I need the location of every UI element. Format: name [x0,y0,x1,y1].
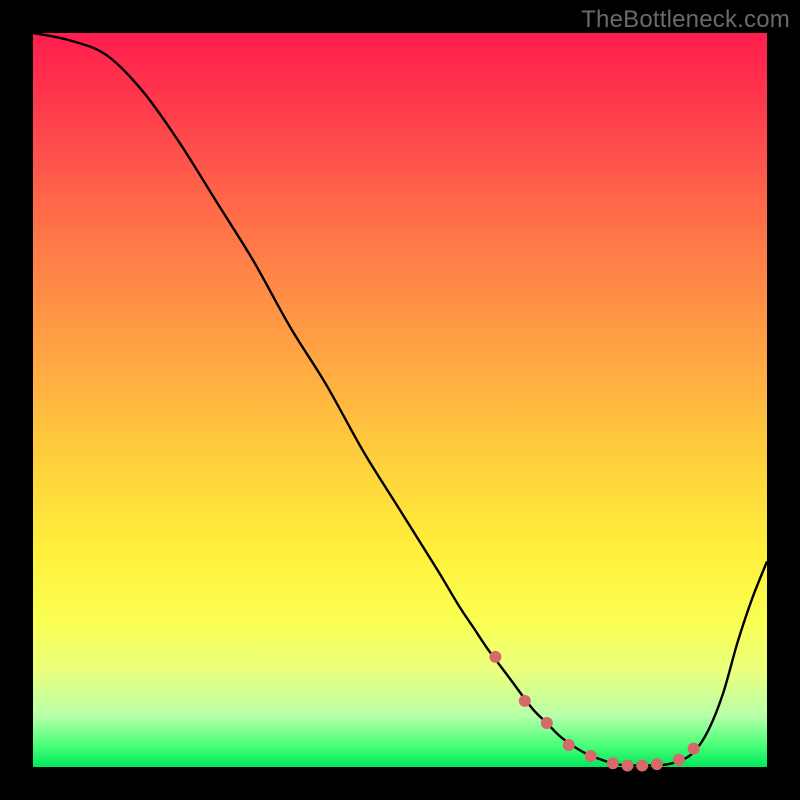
optimal-marker [519,695,531,707]
chart-frame: TheBottleneck.com [0,0,800,800]
optimal-marker [489,651,501,663]
optimal-marker [563,739,575,751]
optimal-markers-group [489,651,699,772]
chart-svg [33,33,767,767]
optimal-marker [607,757,619,769]
watermark-text: TheBottleneck.com [581,6,790,34]
optimal-marker [541,717,553,729]
bottleneck-curve-path [33,33,767,766]
optimal-marker [622,760,634,772]
chart-plot-area [33,33,767,767]
optimal-marker [688,743,700,755]
optimal-marker [651,758,663,770]
optimal-marker [636,760,648,772]
optimal-marker [673,754,685,766]
optimal-marker [585,750,597,762]
